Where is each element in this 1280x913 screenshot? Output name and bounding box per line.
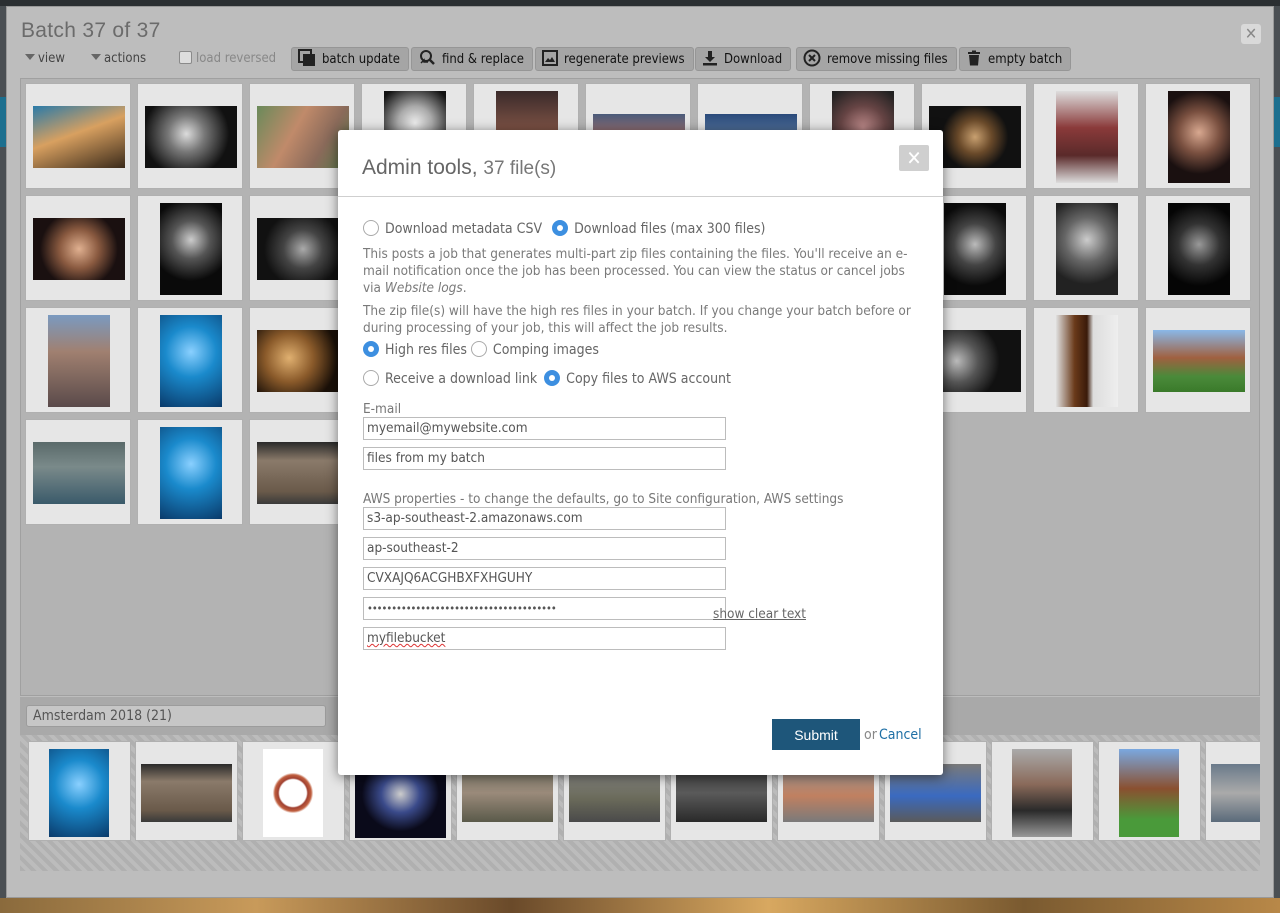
close-icon: ✕: [906, 146, 922, 170]
batch-thumbnail[interactable]: [1145, 195, 1251, 301]
caret-down-icon: [25, 54, 35, 60]
actions-menu-label: actions: [104, 51, 147, 66]
empty-batch-button[interactable]: empty batch: [959, 47, 1072, 71]
batch-thumbnail[interactable]: [1145, 307, 1251, 413]
modal-file-count: 37 file(s): [483, 158, 557, 179]
download-label: Download: [724, 52, 783, 67]
aws-endpoint-field[interactable]: s3-ap-southeast-2.amazonaws.com: [363, 507, 726, 530]
search-replace-icon: [420, 50, 435, 65]
regenerate-previews-button[interactable]: regenerate previews: [535, 47, 694, 71]
regenerate-previews-label: regenerate previews: [564, 52, 685, 67]
cancel-link[interactable]: Cancel: [879, 727, 922, 743]
find-replace-label: find & replace: [442, 52, 524, 67]
view-menu[interactable]: view: [25, 47, 65, 71]
actions-menu[interactable]: actions: [91, 47, 146, 71]
download-button[interactable]: Download: [695, 47, 792, 71]
radio-label: Comping images: [492, 342, 599, 358]
modal-close-button[interactable]: ✕: [899, 145, 929, 171]
email-label: E-mail: [363, 401, 402, 417]
aws-region-field[interactable]: ap-southeast-2: [363, 537, 726, 560]
remove-missing-files-label: remove missing files: [827, 52, 948, 67]
batch-toolbar: view actions load reversed batch update …: [21, 45, 1271, 73]
batch-thumbnail[interactable]: [25, 83, 131, 189]
batch-thumbnail[interactable]: [137, 307, 243, 413]
modal-title: Admin tools, 37 file(s): [362, 156, 556, 180]
email-field[interactable]: myemail@mywebsite.com: [363, 417, 726, 440]
album-thumbnail[interactable]: [242, 741, 345, 841]
album-select[interactable]: Amsterdam 2018 (21): [26, 705, 326, 727]
batch-thumbnail[interactable]: [1145, 83, 1251, 189]
album-thumbnail[interactable]: [991, 741, 1094, 841]
view-menu-label: view: [38, 51, 65, 66]
job-description: This posts a job that generates multi-pa…: [363, 246, 918, 297]
file-type-options: High res files Comping images: [363, 340, 599, 362]
modal-header: Admin tools, 37 file(s) ✕: [338, 130, 943, 197]
batch-thumbnail[interactable]: [137, 83, 243, 189]
batch-thumbnail[interactable]: [1033, 195, 1139, 301]
modal-title-text: Admin tools,: [362, 156, 478, 179]
empty-batch-label: empty batch: [988, 52, 1063, 67]
batch-thumbnail[interactable]: [25, 195, 131, 301]
website-logs-link[interactable]: Website logs: [385, 280, 463, 296]
background-image-strip: [0, 898, 1280, 913]
remove-missing-files-button[interactable]: remove missing files: [796, 47, 957, 71]
radio-download-metadata[interactable]: [363, 219, 379, 236]
batch-thumbnail[interactable]: [137, 419, 243, 525]
radio-high-res[interactable]: [363, 340, 379, 357]
aws-bucket-value: myfilebucket: [367, 630, 446, 646]
batch-thumbnail[interactable]: [25, 307, 131, 413]
or-text: or: [864, 727, 877, 743]
radio-label: Receive a download link: [385, 371, 538, 387]
album-thumbnail[interactable]: [135, 741, 238, 841]
background-accent: [1274, 97, 1280, 147]
download-icon: [703, 51, 717, 66]
find-replace-button[interactable]: find & replace: [411, 47, 533, 71]
copy-icon: [298, 49, 315, 66]
load-reversed-checkbox[interactable]: load reversed: [179, 47, 276, 71]
checkbox-icon: [179, 50, 192, 64]
submit-button[interactable]: Submit: [772, 719, 860, 750]
batch-update-label: batch update: [322, 52, 400, 67]
batch-thumbnail[interactable]: [137, 195, 243, 301]
batch-title: Batch 37 of 37: [21, 19, 161, 42]
admin-tools-modal: Admin tools, 37 file(s) ✕ Download metad…: [338, 130, 943, 775]
delivery-options: Receive a download link Copy files to AW…: [363, 369, 731, 391]
download-type-options: Download metadata CSV Download files (ma…: [363, 219, 766, 241]
aws-secret-field[interactable]: •••••••••••••••••••••••••••••••••••••••: [363, 597, 726, 620]
batch-close-button[interactable]: ✕: [1241, 24, 1261, 44]
batch-update-button[interactable]: batch update: [291, 47, 409, 71]
aws-bucket-field[interactable]: myfilebucket: [363, 627, 726, 650]
batch-thumbnail[interactable]: [1033, 307, 1139, 413]
job-description-end: .: [462, 280, 467, 296]
image-icon: [542, 50, 558, 66]
batch-thumbnail[interactable]: [25, 419, 131, 525]
radio-download-link[interactable]: [363, 369, 379, 386]
album-thumbnail[interactable]: [1205, 741, 1260, 841]
batch-thumbnail[interactable]: [1033, 83, 1139, 189]
radio-label: Download files (max 300 files): [574, 221, 766, 237]
aws-properties-label: AWS properties - to change the defaults,…: [363, 491, 844, 507]
radio-download-files[interactable]: [552, 219, 569, 236]
remove-circle-icon: [803, 49, 821, 67]
radio-comping[interactable]: [470, 340, 487, 357]
close-icon: ✕: [1244, 24, 1258, 43]
show-clear-text-link[interactable]: show clear text: [713, 606, 806, 622]
radio-label: Download metadata CSV: [385, 221, 543, 237]
caret-down-icon: [91, 54, 101, 60]
trash-icon: [968, 50, 980, 66]
aws-access-key-field[interactable]: CVXAJQ6ACGHBXFXHGUHY: [363, 567, 726, 590]
load-reversed-label: load reversed: [196, 51, 277, 66]
radio-copy-aws[interactable]: [544, 369, 561, 386]
album-thumbnail[interactable]: [28, 741, 131, 841]
radio-label: Copy files to AWS account: [566, 371, 731, 387]
zip-description: The zip file(s) will have the high res f…: [363, 303, 911, 336]
radio-label: High res files: [385, 342, 467, 358]
subject-field[interactable]: files from my batch: [363, 447, 726, 470]
album-thumbnail[interactable]: [1098, 741, 1201, 841]
